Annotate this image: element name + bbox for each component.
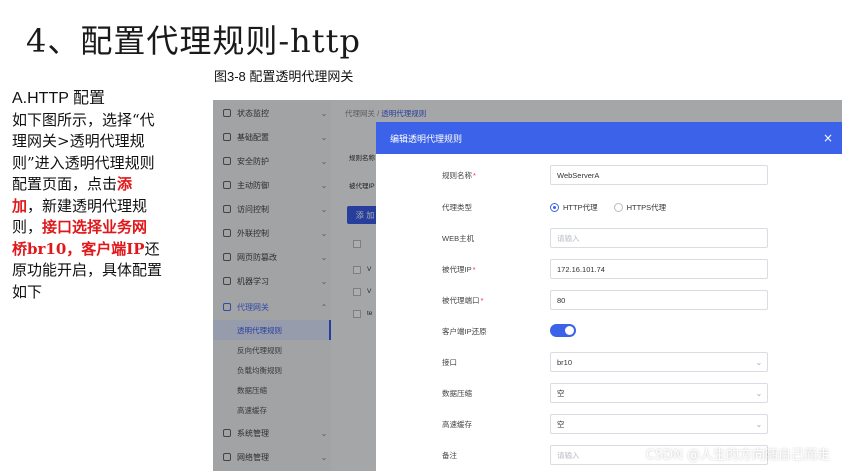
rule-name-input[interactable]: WebServerA bbox=[550, 165, 768, 185]
interface-select[interactable]: br10 ⌄ bbox=[550, 352, 768, 372]
watermark: CSDN @人生的方向随自己而走 bbox=[645, 448, 830, 463]
radio-checked-icon bbox=[550, 202, 559, 212]
data-compression-label: 数据压缩 bbox=[442, 388, 472, 398]
proxied-port-label: 被代理端口 * bbox=[442, 295, 484, 305]
radio-https-proxy[interactable]: HTTPS代理 bbox=[613, 202, 666, 213]
web-host-input[interactable]: 请输入 bbox=[550, 228, 768, 248]
note-label: 备注 bbox=[442, 450, 457, 460]
chevron-down-icon: ⌄ bbox=[755, 419, 763, 429]
proxy-type-label: 代理类型 bbox=[442, 202, 472, 212]
description-part-1: 如下图所示，选择“代理网关>透明代理规则”进入透明代理规则配置页面，点击 bbox=[12, 110, 155, 194]
dialog-header: 编辑透明代理规则 × bbox=[376, 122, 842, 154]
web-host-label: WEB主机 bbox=[442, 233, 475, 243]
description-text: A.HTTP 配置 如下图所示，选择“代理网关>透明代理规则”进入透明代理规则配… bbox=[12, 88, 162, 303]
radio-http-proxy[interactable]: HTTP代理 bbox=[550, 202, 598, 213]
data-compression-select[interactable]: 空 ⌄ bbox=[550, 383, 768, 403]
close-icon[interactable]: × bbox=[814, 131, 842, 145]
proxy-type-radio-group: HTTP代理 HTTPS代理 bbox=[550, 197, 682, 217]
figure-caption: 图3-8 配置透明代理网关 bbox=[214, 69, 354, 84]
description-heading: A.HTTP 配置 bbox=[12, 90, 106, 107]
chevron-down-icon: ⌄ bbox=[755, 357, 763, 367]
toggle-knob bbox=[565, 326, 574, 335]
radio-unchecked-icon bbox=[613, 202, 623, 212]
client-ip-restore-toggle[interactable] bbox=[550, 324, 576, 337]
cache-select[interactable]: 空 ⌄ bbox=[550, 414, 768, 434]
slide-title: 4、配置代理规则-http bbox=[26, 22, 361, 60]
dialog-title: 编辑透明代理规则 bbox=[390, 133, 463, 144]
edit-rule-dialog: 编辑透明代理规则 × 规则名称 * WebServerA 代理类型 HTTP代理 … bbox=[376, 122, 842, 471]
proxied-port-input[interactable]: 80 bbox=[550, 290, 768, 310]
proxied-ip-input[interactable]: 172.16.101.74 bbox=[550, 259, 768, 279]
client-ip-restore-label: 客户端IP还原 bbox=[442, 326, 487, 336]
cache-label: 高速缓存 bbox=[442, 419, 472, 429]
rule-name-label: 规则名称 * bbox=[442, 170, 476, 180]
proxied-ip-label: 被代理IP * bbox=[442, 264, 476, 274]
chevron-down-icon: ⌄ bbox=[755, 388, 763, 398]
app-screenshot: 状态监控 ⌄ 基础配置 ⌄ 安全防护 ⌄ 主动防御 ⌄ 访问控制 ⌄ 外联控制 ⌄ 网页防篡… bbox=[213, 100, 842, 471]
interface-label: 接口 bbox=[442, 357, 457, 367]
